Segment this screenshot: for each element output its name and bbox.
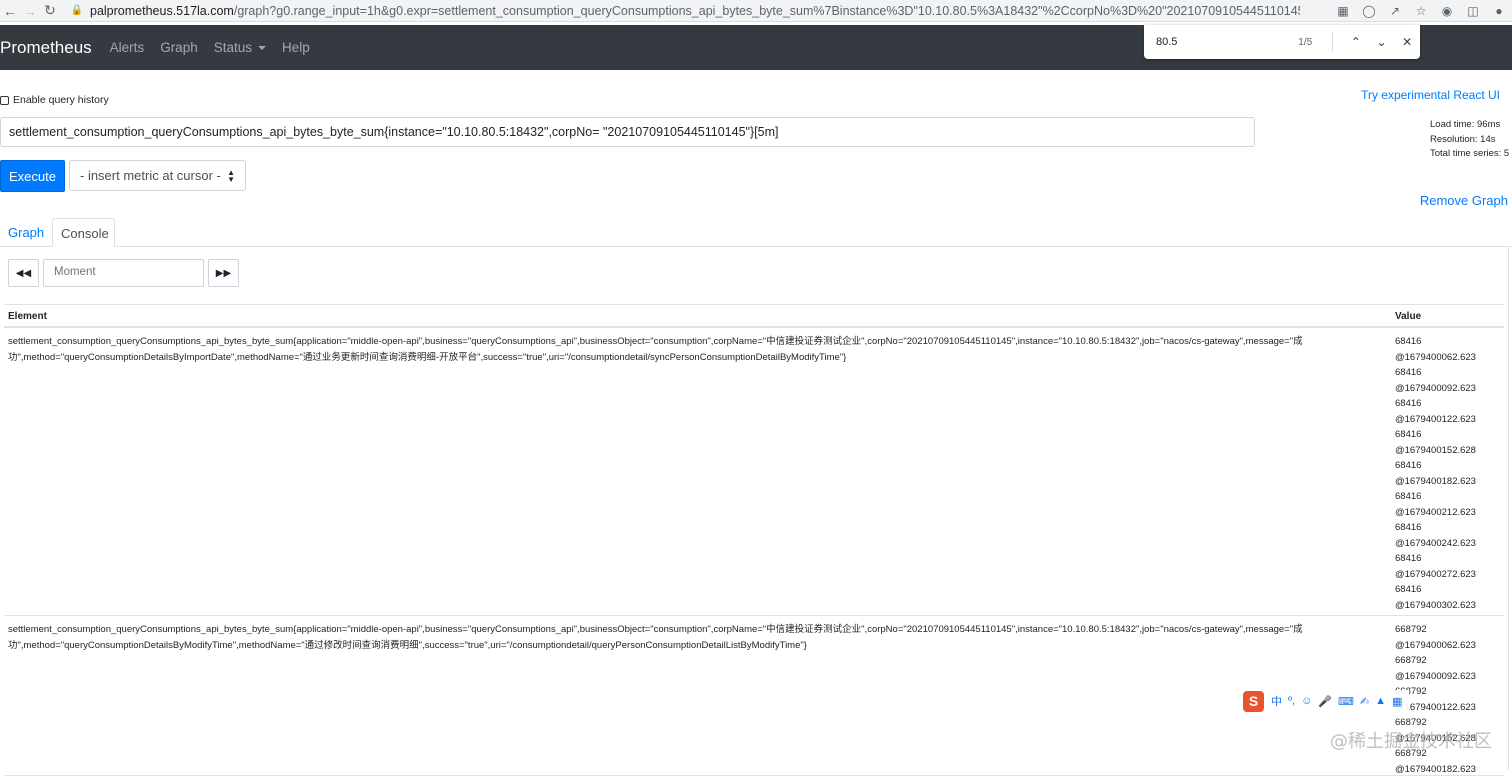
expression-input[interactable]: settlement_consumption_queryConsumptions… xyxy=(0,117,1255,147)
moment-forward-button[interactable]: ▶▶ xyxy=(208,259,239,287)
value-line: 668792 xyxy=(1395,622,1476,638)
brand-link[interactable]: Prometheus xyxy=(0,38,92,58)
find-divider xyxy=(1332,32,1333,52)
sidepanel-icon[interactable]: ◫ xyxy=(1460,4,1486,18)
value-line: @1679400272.623 xyxy=(1395,567,1476,583)
ime-emoji-icon[interactable]: ☺ xyxy=(1301,695,1312,707)
page-info-icon[interactable]: ▦ xyxy=(1330,4,1356,18)
nav-alerts[interactable]: Alerts xyxy=(110,40,145,55)
value-line: 68416 xyxy=(1395,427,1476,443)
moment-input[interactable]: Moment xyxy=(43,259,204,287)
find-prev-icon[interactable]: ⌃ xyxy=(1343,35,1369,49)
insert-metric-label: - insert metric at cursor - xyxy=(80,168,221,183)
value-line: 68416 xyxy=(1395,365,1476,381)
url-path: /graph?g0.range_input=1h&g0.expr=settlem… xyxy=(234,4,1300,18)
fast-backward-icon: ◀◀ xyxy=(16,268,31,279)
series-values: 68416 @1679400062.623 68416 @1679400092.… xyxy=(1395,334,1476,613)
value-line: 668792 xyxy=(1395,653,1476,669)
moment-back-button[interactable]: ◀◀ xyxy=(8,259,39,287)
value-line: 68416 xyxy=(1395,489,1476,505)
value-line: @1679400302.623 xyxy=(1395,598,1476,614)
ime-toolbar: S 中 º, ☺ 🎤 ⌨ ✍ ▲ ▦ xyxy=(1243,690,1409,712)
value-line: @1679400242.623 xyxy=(1395,536,1476,552)
column-value: Value xyxy=(1395,311,1421,322)
nav-status-dropdown[interactable]: Status xyxy=(214,40,266,55)
find-bar: 80.5 1/5 ⌃ ⌄ ✕ xyxy=(1144,25,1420,59)
ime-skin-icon[interactable]: ▲ xyxy=(1375,695,1386,707)
value-line: 68416 xyxy=(1395,582,1476,598)
value-line: 68416 xyxy=(1395,334,1476,350)
ime-language-label[interactable]: 中 xyxy=(1271,693,1282,709)
address-bar[interactable]: palprometheus.517la.com/graph?g0.range_i… xyxy=(90,4,1300,18)
profile-icon[interactable]: ● xyxy=(1486,4,1512,18)
forward-icon[interactable]: → xyxy=(20,1,40,21)
query-history-toggle[interactable]: Enable query history xyxy=(0,94,109,106)
react-ui-link[interactable]: Try experimental React UI xyxy=(1361,88,1500,102)
value-line: @1679400122.623 xyxy=(1395,412,1476,428)
ime-logo-icon[interactable]: S xyxy=(1243,691,1264,712)
view-tabs: Graph Console xyxy=(0,218,1512,247)
total-series: Total time series: 5 xyxy=(1430,147,1509,162)
insert-metric-select[interactable]: - insert metric at cursor - ▲▼ xyxy=(69,160,246,191)
find-count: 1/5 xyxy=(1298,37,1324,48)
execute-button[interactable]: Execute xyxy=(0,160,65,192)
find-input[interactable]: 80.5 xyxy=(1156,36,1294,48)
ime-keyboard-icon[interactable]: ⌨ xyxy=(1338,695,1354,708)
value-line: @1679400212.623 xyxy=(1395,505,1476,521)
value-line: @1679400182.623 xyxy=(1395,474,1476,490)
caret-down-icon xyxy=(258,46,266,50)
tab-graph[interactable]: Graph xyxy=(0,218,52,247)
lock-icon[interactable]: 🔒 xyxy=(70,4,84,18)
translate-icon[interactable]: ◯ xyxy=(1356,4,1382,18)
find-close-icon[interactable]: ✕ xyxy=(1394,35,1420,49)
extensions-icon[interactable]: ◉ xyxy=(1434,4,1460,18)
table-header: Element Value xyxy=(4,304,1504,328)
back-icon[interactable]: ← xyxy=(0,1,20,21)
fast-forward-icon: ▶▶ xyxy=(216,268,231,279)
column-element: Element xyxy=(8,311,47,322)
tab-console[interactable]: Console xyxy=(52,218,115,247)
find-next-icon[interactable]: ⌄ xyxy=(1369,35,1395,49)
value-line: @1679400092.623 xyxy=(1395,381,1476,397)
nav-help[interactable]: Help xyxy=(282,40,310,55)
value-line: @1679400062.623 xyxy=(1395,638,1476,654)
value-line: @1679400182.623 xyxy=(1395,762,1476,777)
tab-pane-border xyxy=(1508,247,1509,770)
table-row: settlement_consumption_queryConsumptions… xyxy=(4,328,1504,616)
updown-icon: ▲▼ xyxy=(227,169,235,183)
value-line: 68416 xyxy=(1395,396,1476,412)
value-line: @1679400062.623 xyxy=(1395,350,1476,366)
star-icon[interactable]: ☆ xyxy=(1408,4,1434,18)
query-stats: Load time: 96ms Resolution: 14s Total ti… xyxy=(1430,118,1509,162)
nav-status-label: Status xyxy=(214,40,252,55)
ime-punctuation-icon[interactable]: º, xyxy=(1288,695,1295,707)
url-host: palprometheus.517la.com xyxy=(90,4,234,18)
ime-menu-icon[interactable]: ▦ xyxy=(1392,695,1402,708)
value-line: @1679400092.623 xyxy=(1395,669,1476,685)
series-element: settlement_consumption_queryConsumptions… xyxy=(8,622,1313,653)
series-element: settlement_consumption_queryConsumptions… xyxy=(8,334,1313,365)
nav-graph[interactable]: Graph xyxy=(160,40,198,55)
watermark: @稀土掘金技术社区 xyxy=(1330,727,1492,753)
ime-voice-icon[interactable]: 🎤 xyxy=(1318,695,1332,708)
browser-toolbar: ← → ↻ 🔒 palprometheus.517la.com/graph?g0… xyxy=(0,0,1512,22)
value-line: 68416 xyxy=(1395,520,1476,536)
resolution: Resolution: 14s xyxy=(1430,133,1509,148)
value-line: 68416 xyxy=(1395,551,1476,567)
share-icon[interactable]: ↗ xyxy=(1382,4,1408,18)
value-line: 68416 xyxy=(1395,458,1476,474)
ime-handwrite-icon[interactable]: ✍ xyxy=(1360,695,1369,708)
query-history-checkbox[interactable] xyxy=(0,96,9,105)
reload-icon[interactable]: ↻ xyxy=(40,1,60,21)
value-line: @1679400152.628 xyxy=(1395,443,1476,459)
remove-graph-link[interactable]: Remove Graph xyxy=(1420,193,1508,208)
load-time: Load time: 96ms xyxy=(1430,118,1509,133)
query-history-label: Enable query history xyxy=(13,94,109,106)
